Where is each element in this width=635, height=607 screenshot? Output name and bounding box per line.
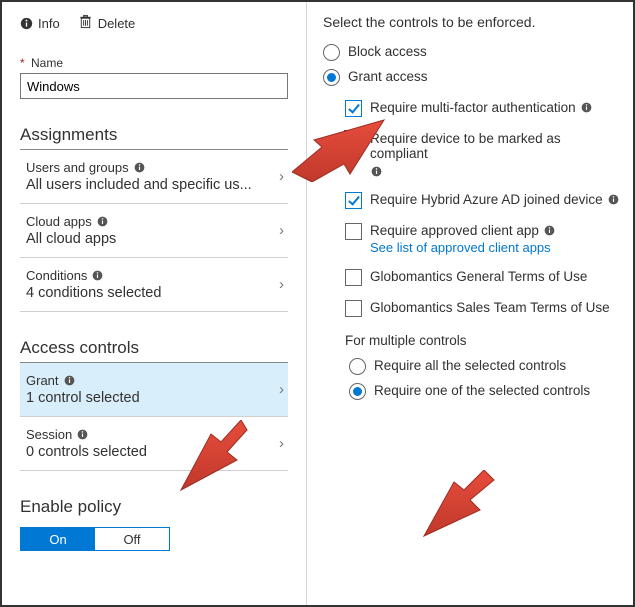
tou-general-label: Globomantics General Terms of Use [370,269,587,284]
cloud-apps-label: Cloud apps [26,214,92,229]
tou-general-checkbox[interactable] [345,269,362,286]
info-label: Info [38,16,60,31]
hybrid-checkbox[interactable] [345,192,362,209]
grant-value: 1 control selected [26,390,256,406]
grant-panel-title: Select the controls to be enforced. [323,10,621,44]
tou-sales-checkbox[interactable] [345,300,362,317]
name-label: * Name [20,56,288,70]
grant-label: Grant [26,373,59,388]
grant-item[interactable]: Grant 1 control selected › [20,363,288,417]
conditions-label: Conditions [26,268,87,283]
require-one-radio[interactable] [349,383,366,400]
chevron-right-icon: › [279,222,284,239]
require-one-label: Require one of the selected controls [374,383,590,398]
info-icon[interactable] [76,428,89,441]
users-groups-item[interactable]: Users and groups All users included and … [20,150,288,204]
info-icon[interactable] [607,193,620,206]
enable-policy-toggle[interactable]: On Off [20,527,170,551]
cloud-apps-value: All cloud apps [26,231,256,247]
block-access-radio[interactable] [323,44,340,61]
mfa-checkbox[interactable] [345,100,362,117]
session-value: 0 controls selected [26,444,256,460]
delete-button[interactable]: Delete [78,14,136,32]
approved-app-label: Require approved client app [370,223,539,238]
approved-app-checkbox[interactable] [345,223,362,240]
enable-policy-off[interactable]: Off [95,528,169,550]
info-icon[interactable] [96,215,109,228]
multiple-controls-heading: For multiple controls [345,333,621,348]
mfa-label: Require multi-factor authentication [370,100,576,115]
info-icon[interactable] [370,165,383,178]
info-icon[interactable] [91,269,104,282]
compliant-checkbox[interactable] [345,131,362,148]
enable-policy-on[interactable]: On [21,528,95,550]
access-controls-heading: Access controls [20,338,288,363]
chevron-right-icon: › [279,168,284,185]
grant-access-label: Grant access [348,69,428,84]
hybrid-label: Require Hybrid Azure AD joined device [370,192,603,207]
require-all-label: Require all the selected controls [374,358,566,373]
chevron-right-icon: › [279,435,284,452]
users-groups-value: All users included and specific us... [26,177,256,193]
conditions-item[interactable]: Conditions 4 conditions selected › [20,258,288,312]
compliant-label: Require device to be marked as compliant [370,131,621,161]
trash-icon [78,14,93,32]
info-button[interactable]: Info [20,14,60,32]
info-icon[interactable] [543,224,556,237]
approved-apps-link[interactable]: See list of approved client apps [370,240,551,255]
require-all-radio[interactable] [349,358,366,375]
required-asterisk: * [20,56,25,70]
name-input[interactable] [20,73,288,99]
session-label: Session [26,427,72,442]
users-groups-label: Users and groups [26,160,129,175]
info-icon [20,17,33,30]
session-item[interactable]: Session 0 controls selected › [20,417,288,471]
delete-label: Delete [98,16,136,31]
block-access-label: Block access [348,44,427,59]
assignments-heading: Assignments [20,125,288,150]
chevron-right-icon: › [279,276,284,293]
tou-sales-label: Globomantics Sales Team Terms of Use [370,300,610,315]
conditions-value: 4 conditions selected [26,285,256,301]
info-icon[interactable] [63,374,76,387]
chevron-right-icon: › [279,381,284,398]
info-icon[interactable] [133,161,146,174]
enable-policy-heading: Enable policy [20,497,288,521]
info-icon[interactable] [580,101,593,114]
grant-access-radio[interactable] [323,69,340,86]
cloud-apps-item[interactable]: Cloud apps All cloud apps › [20,204,288,258]
